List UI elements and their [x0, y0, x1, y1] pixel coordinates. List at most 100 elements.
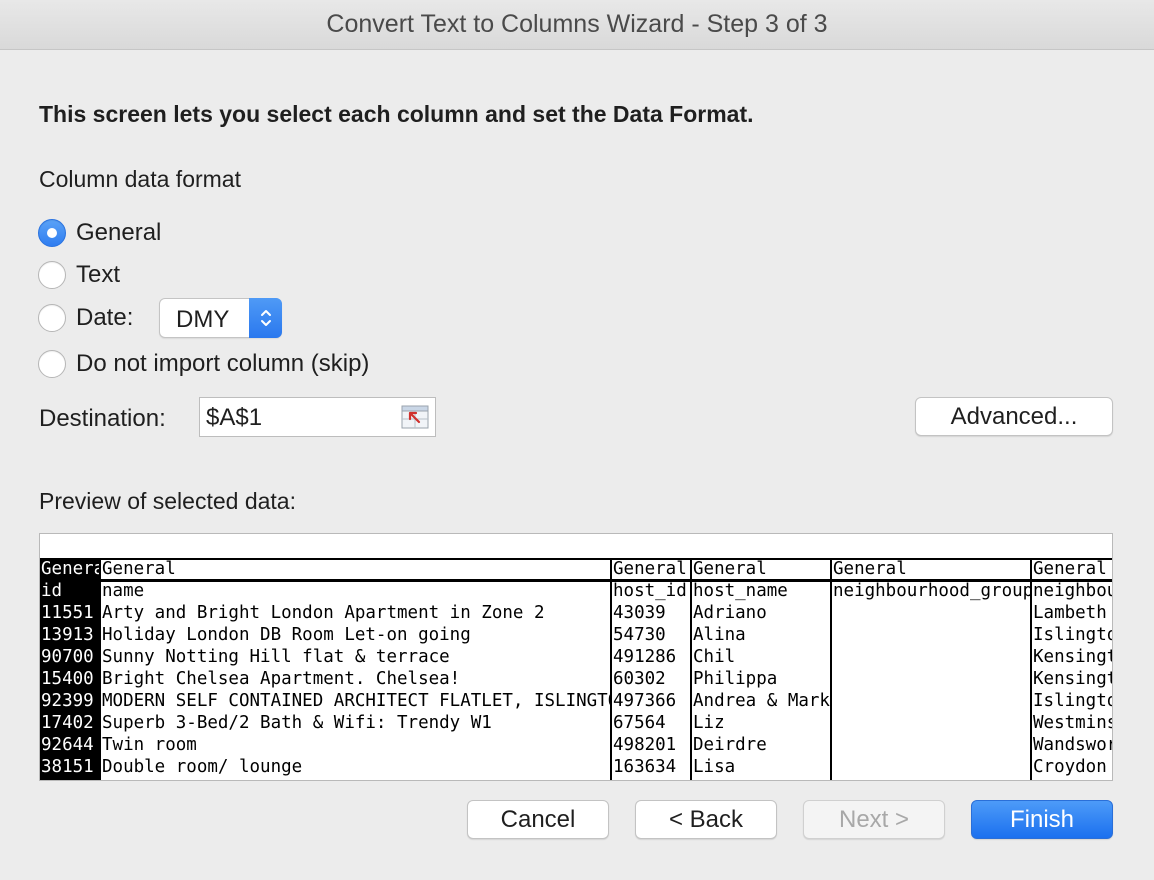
preview-cell: [832, 602, 1031, 624]
preview-cell: 67564: [613, 713, 666, 733]
preview-cell: Twin room: [102, 735, 197, 755]
radio-date-button[interactable]: [38, 304, 66, 332]
preview-cell: [832, 690, 1031, 712]
preview-cell: Double room/ lounge: [102, 757, 303, 777]
back-button[interactable]: < Back: [635, 800, 777, 839]
finish-button[interactable]: Finish: [971, 800, 1113, 839]
preview-cell: Croydon: [1033, 757, 1107, 777]
date-format-value: DMY: [176, 306, 230, 333]
preview-cell: Lisa: [693, 757, 736, 777]
preview-cell: 90700: [41, 647, 94, 667]
preview-cell: 163634: [613, 757, 677, 777]
preview-column-6[interactable]: General neighbourhood Lambeth Islington …: [1030, 558, 1112, 780]
column-format-header[interactable]: General: [692, 558, 831, 580]
radio-general-button[interactable]: [38, 219, 66, 247]
preview-cell: 498201: [613, 735, 677, 755]
radio-general-label[interactable]: General: [76, 219, 161, 247]
preview-cell: Kensington and Chelsea: [1033, 669, 1112, 689]
preview-cell: Arty and Bright London Apartment in Zone…: [102, 603, 545, 623]
preview-cell: host_name: [693, 581, 788, 601]
preview-cell: Alina: [693, 625, 746, 645]
preview-cell: 491286: [613, 647, 677, 667]
preview-cell: [832, 624, 1031, 646]
advanced-button[interactable]: Advanced...: [915, 397, 1113, 436]
grid-header-line: [40, 579, 1112, 582]
cancel-button[interactable]: Cancel: [467, 800, 609, 839]
preview-cell: MODERN SELF CONTAINED ARCHITECT FLATLET,…: [102, 691, 611, 711]
preview-column-1[interactable]: General id 11551 13913 90700 15400 92399…: [40, 558, 101, 780]
column-format-header[interactable]: General: [101, 558, 611, 580]
radio-date-label[interactable]: Date:: [76, 304, 133, 332]
radio-text-button[interactable]: [38, 261, 66, 289]
column-format-header[interactable]: General: [1032, 558, 1112, 580]
title-bar: Convert Text to Columns Wizard - Step 3 …: [0, 0, 1154, 50]
preview-column-3[interactable]: General host_id 43039 54730 491286 60302…: [610, 558, 691, 780]
preview-cell: [832, 734, 1031, 756]
preview-cell: 54730: [613, 625, 666, 645]
preview-cell: Andrea & Mark: [693, 691, 830, 711]
preview-cell: Philippa: [693, 669, 778, 689]
preview-cell: neighbourhood_group: [833, 581, 1031, 601]
radio-skip[interactable]: Do not import column (skip): [38, 350, 369, 378]
preview-cell: 15400: [41, 669, 94, 689]
preview-cell: Chil: [693, 647, 736, 667]
column-format-header[interactable]: General: [40, 558, 101, 580]
radio-dot: [47, 228, 57, 238]
radio-skip-label[interactable]: Do not import column (skip): [76, 350, 369, 378]
preview-cell: 497366: [613, 691, 677, 711]
preview-cell: Islington: [1033, 691, 1112, 711]
radio-text[interactable]: Text: [38, 261, 120, 289]
preview-cell: [832, 668, 1031, 690]
preview-cell: Sunny Notting Hill flat & terrace: [102, 647, 450, 667]
next-button[interactable]: Next >: [803, 800, 945, 839]
preview-cell: host_id: [613, 581, 687, 601]
destination-input[interactable]: [206, 404, 386, 432]
preview-grid: General id 11551 13913 90700 15400 92399…: [40, 558, 1112, 780]
preview-cell: 17402: [41, 713, 94, 733]
preview-cell: 38151: [41, 757, 94, 777]
range-select-icon[interactable]: [401, 405, 429, 429]
preview-cell: Holiday London DB Room Let-on going: [102, 625, 471, 645]
window-title: Convert Text to Columns Wizard - Step 3 …: [326, 10, 828, 38]
preview-label: Preview of selected data:: [39, 488, 296, 514]
preview-cell: id: [41, 581, 63, 601]
preview-cell: Westminster: [1033, 713, 1112, 733]
preview-cell: 92644: [41, 735, 94, 755]
preview-cell: [832, 756, 1031, 778]
preview-cell: Deirdre: [693, 735, 767, 755]
data-preview[interactable]: General id 11551 13913 90700 15400 92399…: [39, 533, 1113, 781]
preview-column-4[interactable]: General host_name Adriano Alina Chil Phi…: [690, 558, 831, 780]
preview-cell: Islington: [1033, 625, 1112, 645]
preview-cell: Bright Chelsea Apartment. Chelsea!: [102, 669, 461, 689]
preview-cell: 43039: [613, 603, 666, 623]
chevron-up-down-icon: [260, 310, 271, 326]
preview-column-2[interactable]: General name Arty and Bright London Apar…: [99, 558, 611, 780]
preview-cell: neighbourhood: [1033, 581, 1112, 601]
preview-cell: Liz: [693, 713, 725, 733]
preview-cell: Wandsworth: [1033, 735, 1112, 755]
date-format-select[interactable]: DMY: [159, 298, 282, 338]
preview-column-5[interactable]: General neighbourhood_group: [830, 558, 1031, 780]
destination-label: Destination:: [39, 405, 166, 432]
preview-cell: [832, 712, 1031, 734]
preview-cell: [832, 646, 1031, 668]
preview-cell: Adriano: [693, 603, 767, 623]
column-format-header[interactable]: General: [612, 558, 691, 580]
grid-top-line: [40, 558, 1112, 560]
column-data-format-heading: Column data format: [39, 166, 241, 192]
preview-cell: name: [102, 581, 145, 601]
preview-cell: 60302: [613, 669, 666, 689]
radio-skip-button[interactable]: [38, 350, 66, 378]
column-format-header[interactable]: General: [832, 558, 1031, 580]
destination-field[interactable]: [199, 397, 436, 437]
radio-date[interactable]: Date:: [38, 304, 133, 332]
radio-text-label[interactable]: Text: [76, 261, 120, 289]
instructions-text: This screen lets you select each column …: [39, 101, 754, 127]
preview-cell: 11551: [41, 603, 94, 623]
radio-general[interactable]: General: [38, 219, 161, 247]
preview-cell: Kensington and Chelsea: [1033, 647, 1112, 667]
preview-cell: Superb 3-Bed/2 Bath & Wifi: Trendy W1: [102, 713, 492, 733]
preview-cell: 92399: [41, 691, 94, 711]
date-format-stepper[interactable]: [249, 298, 282, 338]
preview-cell: Lambeth: [1033, 603, 1107, 623]
